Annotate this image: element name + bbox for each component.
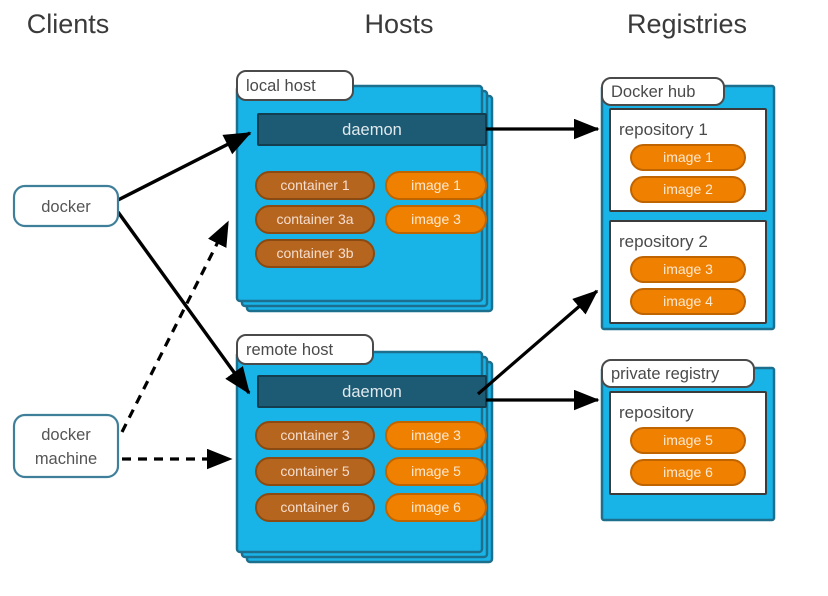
image-pill-label: image 6 [411, 499, 461, 515]
column-titles: Clients Hosts Registries [27, 9, 747, 39]
registry-tab-label: private registry [611, 365, 720, 383]
image-pill-label: image 6 [663, 464, 713, 480]
host-tab-label: remote host [246, 341, 334, 359]
client-docker-machine[interactable]: docker machine [12, 413, 120, 479]
registry-tab-label: Docker hub [611, 83, 695, 101]
image-pill-label: image 5 [663, 432, 713, 448]
client-docker[interactable]: docker [12, 184, 120, 228]
repository-label: repository 2 [619, 232, 708, 251]
repository-label: repository 1 [619, 120, 708, 139]
column-title-registries: Registries [627, 9, 747, 39]
host-local-host[interactable]: daemon container 1 container 3a containe… [235, 70, 494, 313]
image-pill-label: image 3 [411, 211, 461, 227]
registry-docker-hub[interactable]: repository 1 image 1 image 2 repository … [600, 77, 776, 331]
repository-label: repository [619, 403, 694, 422]
docker-architecture-diagram: Clients Hosts Registries daemon containe… [0, 0, 828, 596]
host-remote-host[interactable]: daemon container 3 container 5 container… [235, 334, 494, 564]
image-pill-label: image 3 [411, 427, 461, 443]
column-title-hosts: Hosts [364, 9, 433, 39]
container-pill-label: container 3 [280, 427, 349, 443]
container-pill-label: container 6 [280, 499, 349, 515]
daemon-label: daemon [342, 121, 402, 139]
container-pill-label: container 3b [276, 245, 353, 261]
image-pill-label: image 4 [663, 293, 713, 309]
connection-machine-to-local-host [120, 220, 230, 433]
diagram-canvas: Clients Hosts Registries daemon containe… [12, 9, 776, 564]
connection-docker-to-remote-daemon [116, 211, 251, 395]
column-title-clients: Clients [27, 9, 110, 39]
image-pill-label: image 1 [663, 149, 713, 165]
container-pill-label: container 5 [280, 463, 349, 479]
client-label-line-2: machine [35, 450, 97, 468]
connection-remote-daemon-to-repository-2 [476, 289, 599, 396]
host-tab-label: local host [246, 77, 316, 95]
container-pill-label: container 1 [280, 177, 349, 193]
client-label: docker [41, 198, 91, 216]
connection-docker-to-local-daemon [117, 131, 252, 202]
image-pill-label: image 5 [411, 463, 461, 479]
client-label-line-1: docker [41, 426, 91, 444]
image-pill-label: image 1 [411, 177, 461, 193]
daemon-label: daemon [342, 383, 402, 401]
image-pill-label: image 3 [663, 261, 713, 277]
container-pill-label: container 3a [276, 211, 353, 227]
registry-private-registry[interactable]: repository image 5 image 6 private regis… [600, 359, 776, 522]
image-pill-label: image 2 [663, 181, 713, 197]
